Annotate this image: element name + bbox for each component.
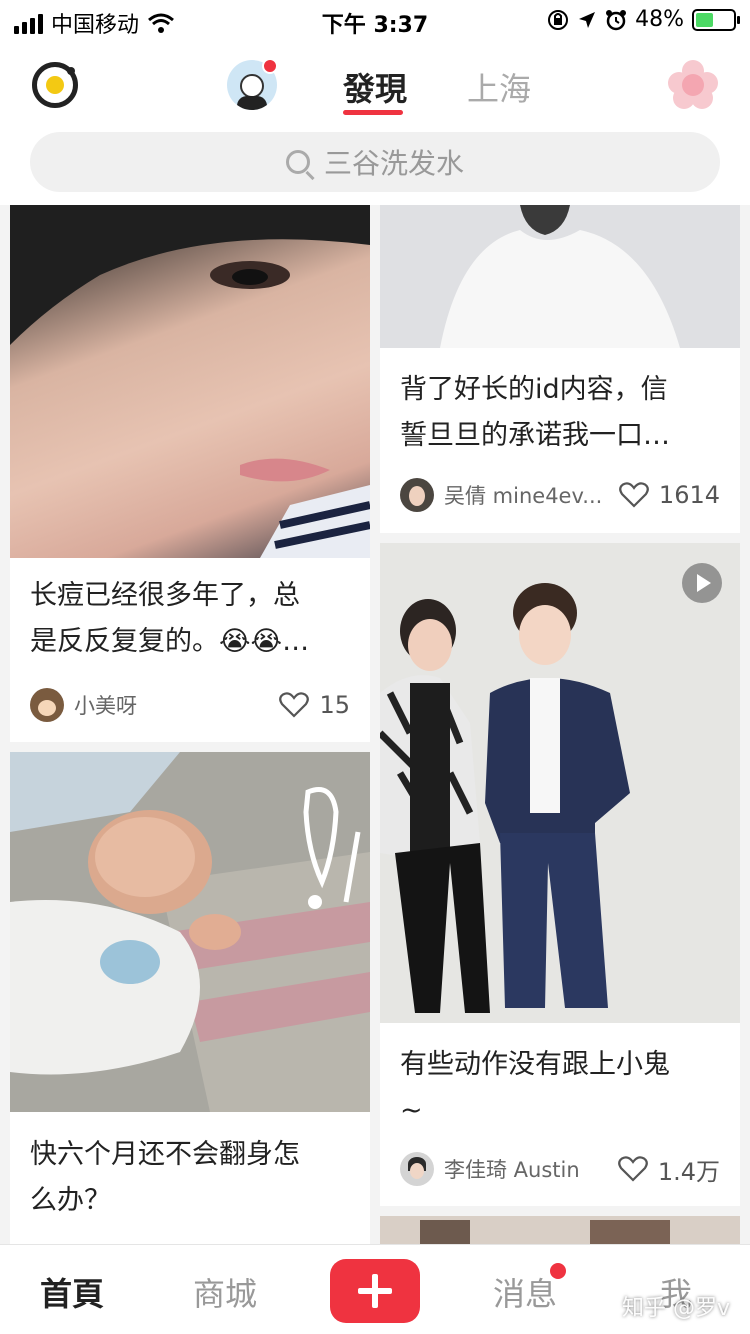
- card-meta: 李佳琦 Austin 1.4万: [400, 1151, 720, 1187]
- battery-icon: [692, 8, 740, 31]
- battery-fill: [696, 12, 714, 27]
- heart-icon[interactable]: [279, 692, 310, 718]
- top-header: 發現 上海 三谷洗发水: [0, 42, 750, 205]
- nav-mall[interactable]: 商城: [193, 1269, 257, 1315]
- notification-dot: [262, 58, 278, 74]
- card-title: 有些动作没有跟上小鬼 ~: [400, 1049, 670, 1126]
- card-meta: 小美呀 15: [30, 687, 350, 723]
- app-screen: 中国移动 下午 3:37 48% 發現 上海 三谷洗发水 长痘已经很多年了，总 …: [0, 0, 750, 1334]
- feed-card[interactable]: 有些动作没有跟上小鬼 ~ 李佳琦 Austin 1.4万: [380, 543, 740, 1206]
- camera-icon[interactable]: [32, 62, 78, 108]
- heart-icon[interactable]: [617, 1156, 648, 1182]
- author-avatar[interactable]: [400, 478, 434, 512]
- flower-icon[interactable]: [668, 60, 718, 110]
- play-icon[interactable]: [682, 563, 722, 603]
- battery-percent: 48%: [635, 7, 684, 32]
- author-name[interactable]: 小美呀: [74, 690, 279, 720]
- search-bar[interactable]: 三谷洗发水: [30, 132, 720, 192]
- author-name[interactable]: 李佳琦 Austin: [444, 1154, 618, 1184]
- nav-home[interactable]: 首頁: [40, 1269, 104, 1315]
- like-count: 15: [319, 691, 350, 719]
- feed-card[interactable]: 长痘已经很多年了，总 是反反复复的。😭😭… 小美呀 15: [10, 205, 370, 742]
- card-title: 快六个月还不会翻身怎 么办？: [30, 1139, 300, 1216]
- tab-discover[interactable]: 發現: [343, 64, 407, 110]
- tab-active-indicator: [343, 110, 403, 115]
- author-avatar[interactable]: [400, 1152, 434, 1186]
- card-meta: 吴倩 mine4ev... 1614: [400, 477, 720, 513]
- alarm-icon: [606, 9, 627, 30]
- location-icon: [579, 11, 596, 28]
- watermark: 知乎 @罗v: [622, 1296, 731, 1321]
- rotation-lock-icon: [548, 9, 569, 30]
- add-post-button[interactable]: [330, 1259, 420, 1323]
- search-placeholder: 三谷洗发水: [323, 147, 464, 180]
- search-icon: [285, 150, 310, 174]
- card-title: 背了好长的id内容，信 誓旦旦的承诺我一口…: [400, 374, 670, 451]
- status-bar: 中国移动 下午 3:37 48%: [0, 0, 750, 42]
- card-image: [380, 543, 740, 1023]
- card-image: [10, 752, 370, 1112]
- feed-card[interactable]: 背了好长的id内容，信 誓旦旦的承诺我一口… 吴倩 mine4ev... 161…: [380, 205, 740, 533]
- author-avatar[interactable]: [30, 688, 64, 722]
- feed-card[interactable]: 快六个月还不会翻身怎 么办？: [10, 752, 370, 1252]
- like-count: 1.4万: [657, 1157, 720, 1186]
- tab-city[interactable]: 上海: [467, 64, 531, 110]
- status-right: 48%: [547, 7, 740, 32]
- card-title: 长痘已经很多年了，总 是反反复复的。😭😭…: [30, 580, 310, 657]
- heart-icon[interactable]: [619, 482, 649, 508]
- author-name[interactable]: 吴倩 mine4ev...: [444, 480, 619, 510]
- card-image: [10, 205, 370, 558]
- card-image: [380, 205, 740, 348]
- messages-badge: [550, 1263, 566, 1279]
- like-count: 1614: [658, 481, 720, 509]
- nav-messages[interactable]: 消息: [493, 1269, 557, 1315]
